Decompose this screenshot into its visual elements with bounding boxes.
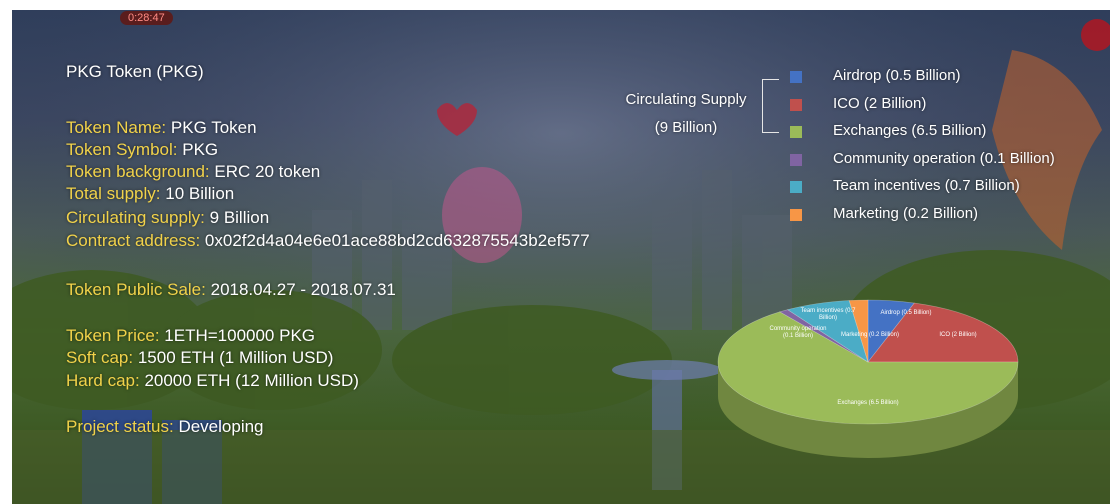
- public-sale-key: Token Public Sale:: [66, 280, 206, 299]
- project-status-value: Developing: [178, 417, 264, 436]
- legend-label: Community operation (0.1 Billion): [833, 150, 1055, 167]
- total-supply-key: Total supply:: [66, 184, 161, 203]
- legend-label: Team incentives (0.7 Billion): [833, 177, 1020, 194]
- token-name-value: PKG Token: [170, 118, 257, 137]
- circulating-supply-row: Circulating supply: 9 Billion: [66, 208, 269, 228]
- public-sale-value: 2018.04.27 - 2018.07.31: [210, 280, 396, 299]
- legend-bracket: [762, 79, 779, 133]
- token-price-row: Token Price: 1ETH=100000 PKG: [66, 326, 315, 346]
- project-status-key: Project status:: [66, 417, 174, 436]
- token-background-row: Token background: ERC 20 token: [66, 162, 320, 182]
- pie-chart: Airdrop (0.5 Billion) ICO (2 Billion) Exch…: [717, 299, 1019, 458]
- pie-slice-label: ICO (2 Billion): [939, 332, 976, 338]
- project-status-row: Project status: Developing: [66, 417, 264, 437]
- contract-address-key: Contract address:: [66, 231, 201, 250]
- circulating-supply-value: 9 Billion: [209, 208, 270, 227]
- token-symbol-key: Token Symbol:: [66, 140, 178, 159]
- legend-title-line1: Circulating Supply: [625, 91, 747, 108]
- soft-cap-key: Soft cap:: [66, 348, 134, 367]
- legend-label: ICO (2 Billion): [833, 95, 927, 112]
- legend-swatch: [790, 154, 802, 166]
- token-symbol-row: Token Symbol: PKG: [66, 140, 218, 160]
- hard-cap-row: Hard cap: 20000 ETH (12 Million USD): [66, 371, 359, 391]
- legend-label: Marketing (0.2 Billion): [833, 205, 979, 222]
- legend-title: Circulating Supply (9 Billion): [606, 86, 766, 142]
- token-name-key: Token Name:: [66, 118, 167, 137]
- token-price-value: 1ETH=100000 PKG: [164, 326, 316, 345]
- legend-swatch: [790, 209, 802, 221]
- token-background-value: ERC 20 token: [214, 162, 321, 181]
- pie-slice-label: Marketing (0.2 Billion): [841, 332, 899, 338]
- token-title: PKG Token (PKG): [66, 62, 204, 81]
- hard-cap-value: 20000 ETH (12 Million USD): [144, 371, 359, 390]
- legend-label: Airdrop (0.5 Billion): [833, 67, 961, 84]
- public-sale-row: Token Public Sale: 2018.04.27 - 2018.07.…: [66, 280, 396, 300]
- token-name-row: Token Name: PKG Token: [66, 118, 257, 138]
- total-supply-row: Total supply: 10 Billion: [66, 184, 234, 204]
- soft-cap-value: 1500 ETH (1 Million USD): [137, 348, 334, 367]
- legend-swatch: [790, 99, 802, 111]
- legend-swatch: [790, 126, 802, 138]
- total-supply-value: 10 Billion: [165, 184, 235, 203]
- token-symbol-value: PKG: [182, 140, 219, 159]
- hard-cap-key: Hard cap:: [66, 371, 140, 390]
- legend-swatch: [790, 71, 802, 83]
- token-background-key: Token background:: [66, 162, 210, 181]
- legend-label: Exchanges (6.5 Billion): [833, 122, 987, 139]
- legend-swatch: [790, 181, 802, 193]
- token-price-key: Token Price:: [66, 326, 160, 345]
- infographic: 0:28:47 PKG Token (PKG) Token Name: PKG …: [0, 0, 1110, 504]
- circulating-supply-key: Circulating supply:: [66, 208, 205, 227]
- timer-badge: 0:28:47: [120, 11, 173, 25]
- contract-address-row: Contract address: 0x02f2d4a04e6e01ace88b…: [66, 231, 590, 251]
- soft-cap-row: Soft cap: 1500 ETH (1 Million USD): [66, 348, 333, 368]
- pie-slice-label: Airdrop (0.5 Billion): [880, 310, 931, 316]
- legend-title-line2: (9 Billion): [654, 119, 718, 136]
- pie-slice-label: Exchanges (6.5 Billion): [837, 400, 898, 406]
- contract-address-value: 0x02f2d4a04e6e01ace88bd2cd632875543b2ef5…: [204, 231, 590, 250]
